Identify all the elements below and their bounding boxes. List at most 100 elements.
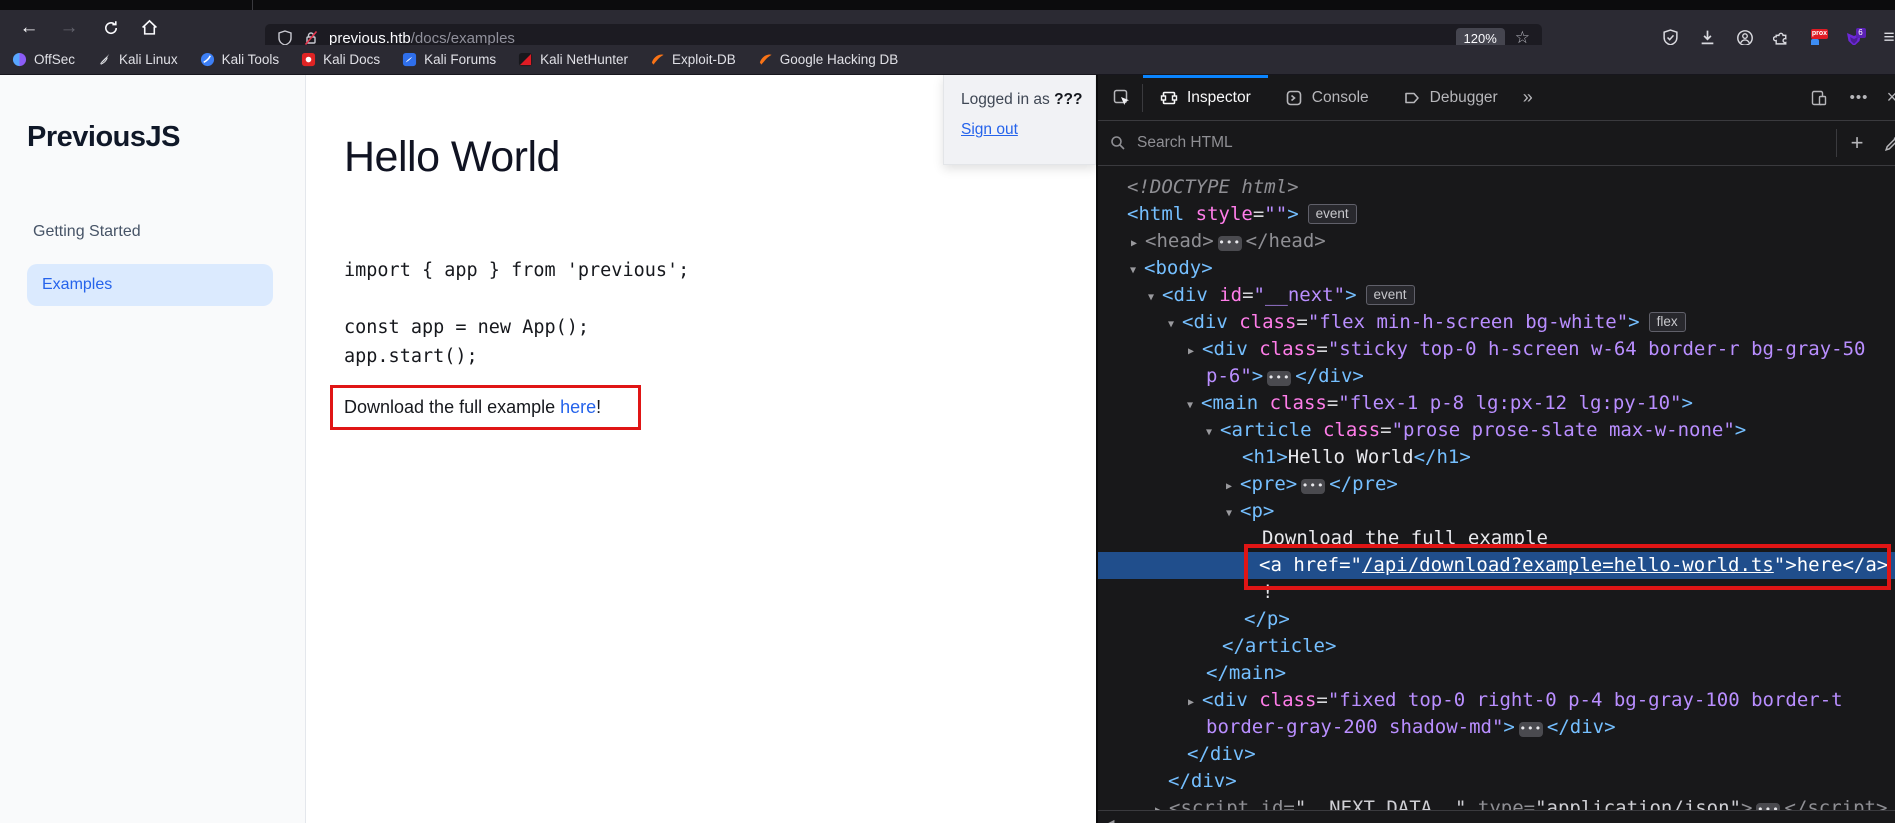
bookmark-item[interactable]: Kali Forums (402, 52, 496, 67)
bookmark-item[interactable]: Exploit-DB (650, 52, 736, 67)
sign-out-link[interactable]: Sign out (961, 121, 1018, 139)
breadcrumbs-scroll-left-icon[interactable]: ◀ (1098, 817, 1122, 823)
bookmark-item[interactable]: Google Hacking DB (758, 52, 898, 67)
tree-row[interactable]: ▼ <main class="flex-1 p-8 lg:px-12 lg:py-… (1098, 390, 1895, 417)
bookmark-item[interactable]: Kali Docs (301, 52, 380, 67)
logged-in-prefix: Logged in as (961, 91, 1055, 108)
insecure-lock-icon[interactable] (303, 30, 319, 46)
token-attr: class (1227, 311, 1297, 333)
tree-row[interactable]: ▼ <p> (1098, 498, 1895, 525)
expander-closed-icon[interactable]: ▶ (1188, 338, 1202, 365)
expander-closed-icon[interactable]: ▶ (1226, 473, 1240, 500)
forward-button[interactable]: → (50, 10, 88, 45)
token-tag: </h1> (1413, 446, 1471, 468)
bookmark-item[interactable]: OffSec (12, 52, 75, 67)
token-tag: <p> (1240, 500, 1275, 522)
bookmark-item[interactable]: Kali Tools (200, 52, 279, 67)
tree-row[interactable]: </article> (1098, 633, 1895, 660)
expander-open-icon[interactable]: ▼ (1226, 500, 1240, 527)
token-punct: = (1326, 392, 1339, 414)
token-val: "sticky top-0 h-screen w-64 border-r bg-… (1327, 338, 1866, 360)
home-icon (141, 19, 157, 35)
annotation-red-box-devtools (1244, 544, 1891, 590)
expander-closed-icon[interactable]: ▶ (1131, 230, 1145, 257)
console-icon (1286, 90, 1302, 105)
sidebar-item-examples[interactable]: Examples (27, 264, 273, 306)
tree-row[interactable]: <h1>Hello World</h1> (1098, 444, 1895, 471)
tab-console[interactable]: Console (1268, 75, 1386, 121)
token-punct: = (1316, 689, 1328, 711)
devtools-breadcrumbs-bar: ◀ htmlbodydiv#__nextdiv.flex.min-h-scree… (1098, 810, 1895, 823)
token-dim: <script id= (1169, 797, 1295, 810)
tree-row[interactable]: border-gray-200 shadow-md"> ••• </div> (1098, 714, 1895, 741)
tree-row[interactable]: ▼ <div id="__next"> event (1098, 282, 1895, 309)
token-tag: <main (1201, 392, 1259, 414)
token-val: "prose prose-slate max-w-none" (1391, 419, 1735, 441)
collapsed-ellipsis-icon[interactable]: ••• (1756, 803, 1781, 810)
tree-row[interactable]: </p> (1098, 606, 1895, 633)
bookmarks-toolbar: OffSec Kali Linux Kali Tools Kali Docs Kali … (0, 45, 1895, 75)
tree-row[interactable]: ▶ <div class="fixed top-0 right-0 p-4 bg-… (1098, 687, 1895, 714)
responsive-design-mode-icon[interactable] (1799, 75, 1839, 121)
more-tabs-chevron-icon[interactable]: » (1515, 87, 1541, 108)
expander-open-icon[interactable]: ▼ (1206, 419, 1220, 446)
download-paragraph: Download the full example here! (344, 385, 601, 430)
tree-row[interactable]: ▼ <article class="prose prose-slate max-w… (1098, 417, 1895, 444)
token-tag: > (1734, 419, 1747, 441)
devtools-close-icon[interactable]: × (1879, 75, 1895, 121)
tree-row[interactable]: ▶ <div class="sticky top-0 h-screen w-64 … (1098, 336, 1895, 363)
collapsed-ellipsis-icon[interactable]: ••• (1217, 236, 1242, 251)
tree-row[interactable]: <!DOCTYPE html> (1098, 174, 1895, 201)
tree-row[interactable]: </div> (1098, 768, 1895, 795)
collapsed-ellipsis-icon[interactable]: ••• (1301, 479, 1326, 494)
token-tag: <html (1127, 203, 1185, 225)
event-badge[interactable]: event (1307, 204, 1357, 224)
reload-button[interactable] (92, 10, 130, 45)
event-badge[interactable]: event (1365, 285, 1415, 305)
tab-separator (252, 0, 253, 10)
bookmark-item[interactable]: Kali Linux (97, 52, 178, 67)
back-button[interactable]: ← (10, 10, 48, 45)
expander-open-icon[interactable]: ▼ (1148, 284, 1162, 311)
devtools-meatball-menu-icon[interactable]: ••• (1839, 75, 1879, 121)
expander-open-icon[interactable]: ▼ (1168, 311, 1182, 338)
download-here-link[interactable]: here (560, 397, 596, 417)
tree-row[interactable]: ▼ <div class="flex min-h-screen bg-white"… (1098, 309, 1895, 336)
expander-open-icon[interactable]: ▼ (1187, 392, 1201, 419)
expander-closed-icon[interactable]: ▶ (1188, 689, 1202, 716)
flex-badge[interactable]: flex (1648, 312, 1686, 332)
bookmark-item[interactable]: Kali NetHunter (518, 52, 628, 67)
tab-inspector[interactable]: Inspector (1143, 75, 1268, 121)
extension-count-badge: 6 (1855, 28, 1866, 38)
tree-row[interactable]: ▼ <body> (1098, 255, 1895, 282)
tree-row[interactable]: <html style=""> event (1098, 201, 1895, 228)
tracking-protection-shield-icon[interactable] (277, 30, 293, 46)
collapsed-ellipsis-icon[interactable]: ••• (1518, 722, 1543, 737)
token-text: Hello World (1287, 446, 1414, 468)
expander-open-icon[interactable]: ▼ (1130, 257, 1144, 284)
token-val: border-gray-200 shadow-md" (1206, 716, 1504, 738)
tree-row[interactable]: ▶ <pre> ••• </pre> (1098, 471, 1895, 498)
tree-row[interactable]: </div> (1098, 741, 1895, 768)
collapsed-ellipsis-icon[interactable]: ••• (1267, 371, 1292, 386)
token-punct: = (1316, 338, 1328, 360)
bookmark-label: Exploit-DB (671, 52, 736, 67)
token-tag: > (1628, 311, 1640, 333)
search-html-input[interactable] (1135, 133, 1836, 153)
sidebar-item-getting-started[interactable]: Getting Started (33, 223, 141, 241)
tree-row[interactable]: ▶<script id="__NEXT_DATA__" type="applic… (1098, 795, 1895, 810)
add-node-plus-icon[interactable]: + (1837, 120, 1877, 166)
pick-element-button[interactable] (1102, 75, 1142, 121)
token-punct: = (1252, 203, 1265, 225)
token-tag: <pre> (1240, 473, 1298, 495)
tree-row[interactable]: ▶ <head> ••• </head> (1098, 228, 1895, 255)
token-punct: = (1242, 284, 1254, 306)
home-button[interactable] (130, 10, 168, 45)
tree-row[interactable]: p-6"> ••• </div> (1098, 363, 1895, 390)
eyedropper-icon[interactable] (1877, 120, 1895, 166)
tab-debugger[interactable]: Debugger (1386, 75, 1515, 121)
token-dim: </script> (1784, 797, 1888, 810)
navigation-toolbar: ← → previous.htb/docs/examples 120% ☆ pr… (0, 10, 1895, 52)
tree-row[interactable]: </main> (1098, 660, 1895, 687)
expander-closed-icon[interactable]: ▶ (1155, 797, 1169, 810)
